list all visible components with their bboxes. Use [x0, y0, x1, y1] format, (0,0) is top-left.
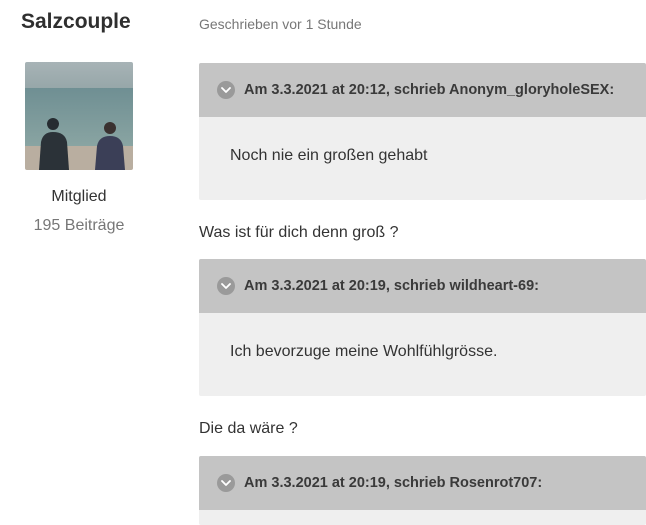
- author-role: Mitglied: [51, 188, 107, 205]
- quote-header[interactable]: Am 3.3.2021 at 20:19, schrieb Rosenrot70…: [199, 456, 646, 510]
- post-timestamp[interactable]: Geschrieben vor 1 Stunde: [199, 16, 362, 32]
- forum-post-page: Salzcouple Mitglied 195 Beiträge Geschri…: [0, 0, 646, 525]
- chevron-down-icon[interactable]: [217, 81, 235, 99]
- quote-body: Noch nie ein großen gehabt: [230, 147, 428, 164]
- quote-body: Ich bevorzuge meine Wohlfühlgrösse.: [230, 343, 498, 360]
- author-post-count: 195 Beiträge: [33, 217, 125, 234]
- quote-title[interactable]: Am 3.3.2021 at 20:12, schrieb Anonym_glo…: [244, 82, 614, 98]
- chevron-down-icon[interactable]: [217, 277, 235, 295]
- avatar[interactable]: [25, 62, 133, 170]
- reply-text: Was ist für dich denn groß ?: [199, 224, 399, 241]
- quote-header[interactable]: Am 3.3.2021 at 20:19, schrieb wildheart-…: [199, 259, 646, 313]
- quote-title[interactable]: Am 3.3.2021 at 20:19, schrieb wildheart-…: [244, 278, 539, 294]
- quote-header[interactable]: Am 3.3.2021 at 20:12, schrieb Anonym_glo…: [199, 63, 646, 117]
- quote-block: Am 3.3.2021 at 20:12, schrieb Anonym_glo…: [199, 63, 646, 200]
- quote-block: Am 3.3.2021 at 20:19, schrieb wildheart-…: [199, 259, 646, 396]
- author-name[interactable]: Salzcouple: [21, 10, 131, 34]
- quote-block: Am 3.3.2021 at 20:19, schrieb Rosenrot70…: [199, 456, 646, 525]
- chevron-down-icon[interactable]: [217, 474, 235, 492]
- quote-title[interactable]: Am 3.3.2021 at 20:19, schrieb Rosenrot70…: [244, 475, 542, 491]
- quote-body: [199, 510, 646, 525]
- reply-text: Die da wäre ?: [199, 420, 298, 437]
